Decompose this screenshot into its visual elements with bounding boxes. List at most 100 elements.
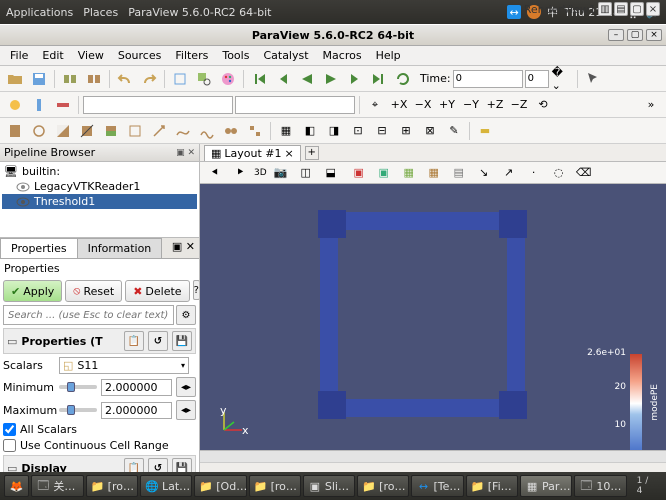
menu-filters[interactable]: Filters (169, 47, 214, 64)
ruler-icon[interactable]: ▬ (474, 120, 496, 142)
calculator-filter-icon[interactable] (4, 120, 26, 142)
plus-z-icon[interactable]: +Z (484, 94, 506, 116)
gnome-applications[interactable]: Applications (6, 6, 73, 19)
orientation-axes-icon[interactable]: x y (218, 406, 248, 436)
render-select-block-icon[interactable]: ▤ (448, 162, 470, 184)
visibility-eye-icon[interactable] (16, 196, 30, 208)
toolbar-overflow-icon[interactable]: » (640, 94, 662, 116)
view-split-v-icon[interactable]: ▤ (614, 2, 628, 16)
loop-icon[interactable] (392, 68, 414, 90)
teamviewer-tray-icon[interactable]: ↔ (507, 5, 521, 19)
section-properties-header[interactable]: ▭ Properties (T 📋 ↺ 💾 (3, 328, 196, 354)
view-split-h-icon[interactable]: ▥ (598, 2, 612, 16)
minimum-stepper[interactable]: ◂▸ (176, 377, 196, 397)
section-save-icon[interactable]: 💾 (172, 458, 192, 472)
pipeline-root[interactable]: 🖥 builtin: (2, 164, 197, 179)
show-center-icon[interactable]: ▦ (275, 120, 297, 142)
minus-z-icon[interactable]: −Z (508, 94, 530, 116)
find-data-icon[interactable] (193, 68, 215, 90)
contour-filter-icon[interactable] (28, 120, 50, 142)
minimum-input[interactable] (101, 379, 172, 396)
play-back-icon[interactable] (296, 68, 318, 90)
reset-button[interactable]: ⦸Reset (65, 280, 122, 302)
redo-icon[interactable] (138, 68, 160, 90)
menu-view[interactable]: View (72, 47, 110, 64)
task-item-5[interactable]: 📁[ro… (249, 475, 301, 497)
view-close-icon[interactable]: × (646, 2, 660, 16)
menu-sources[interactable]: Sources (112, 47, 168, 64)
menu-help[interactable]: Help (370, 47, 407, 64)
properties-search-input[interactable] (3, 305, 174, 325)
all-scalars-checkbox[interactable]: All Scalars (3, 423, 196, 436)
hover-cell-icon[interactable]: ◨ (323, 120, 345, 142)
task-item-6[interactable]: ▣Sli… (303, 475, 355, 497)
hover-point-icon[interactable]: ◧ (299, 120, 321, 142)
menu-edit[interactable]: Edit (36, 47, 69, 64)
section-save-icon[interactable]: 💾 (172, 331, 192, 351)
visibility-eye-icon[interactable] (16, 181, 30, 193)
gnome-active-app[interactable]: ParaView 5.6.0-RC2 64-bit (128, 6, 271, 19)
task-item-2[interactable]: 📁[ro… (86, 475, 138, 497)
warp-filter-icon[interactable] (196, 120, 218, 142)
first-frame-icon[interactable] (248, 68, 270, 90)
step-back-icon[interactable] (272, 68, 294, 90)
time-index-input[interactable] (525, 70, 549, 88)
maximum-slider[interactable] (59, 408, 97, 412)
render-select-frustum-points-icon[interactable]: ▦ (398, 162, 420, 184)
pipeline-tree[interactable]: 🖥 builtin: LegacyVTKReader1 Threshold1 (0, 162, 199, 238)
section-display-header[interactable]: ▭ Display 📋 ↺ 💾 (3, 455, 196, 472)
time-value-input[interactable] (453, 70, 523, 88)
task-firefox[interactable]: 🦊 (4, 475, 29, 497)
step-forward-icon[interactable] (344, 68, 366, 90)
color-palette-icon[interactable] (217, 68, 239, 90)
window-minimize-button[interactable]: – (608, 29, 624, 41)
task-item-1[interactable]: 🗔关… (31, 475, 83, 497)
color-legend[interactable] (630, 354, 642, 450)
render-interactive-select-points-icon[interactable]: ↘ (473, 162, 495, 184)
clip-filter-icon[interactable] (52, 120, 74, 142)
pipeline-browser-undock-icon[interactable]: ▣ ✕ (176, 148, 195, 158)
layout-tab-1[interactable]: ▦ Layout #1 × (204, 145, 301, 161)
plus-y-icon[interactable]: +Y (436, 94, 458, 116)
disconnect-icon[interactable] (83, 68, 105, 90)
section-reset-icon[interactable]: ↺ (148, 458, 168, 472)
split-horizontal-icon[interactable]: ◫ (295, 162, 317, 184)
select-cells-on-icon[interactable]: ⊟ (371, 120, 393, 142)
glyph-filter-icon[interactable] (148, 120, 170, 142)
split-vertical-icon[interactable]: ⬓ (320, 162, 342, 184)
selection-tool-icon[interactable] (582, 68, 604, 90)
interactive-select-icon[interactable]: ✎ (443, 120, 465, 142)
tab-information[interactable]: Information (77, 238, 163, 258)
add-layout-button[interactable]: + (305, 146, 319, 160)
close-tab-icon[interactable]: × (285, 147, 294, 160)
back-icon[interactable]: ⯇ (204, 162, 226, 184)
scalar-bar-icon[interactable] (28, 94, 50, 116)
task-item-4[interactable]: 📁[Od… (194, 475, 246, 497)
gnome-places[interactable]: Places (83, 6, 118, 19)
extract-subset-filter-icon[interactable] (124, 120, 146, 142)
render-clear-selection-icon[interactable]: ⌫ (573, 162, 595, 184)
menu-catalyst[interactable]: Catalyst (257, 47, 314, 64)
minimum-slider[interactable] (59, 385, 97, 389)
horizontal-scrollbar[interactable] (200, 450, 666, 462)
render-viewport[interactable]: 2.6e+01 20 10 0e+00 modePE x y (200, 184, 666, 450)
extract-level-filter-icon[interactable] (244, 120, 266, 142)
connect-icon[interactable] (59, 68, 81, 90)
pipeline-item-legacyvtkreader1[interactable]: LegacyVTKReader1 (2, 179, 197, 194)
rotate-icon[interactable]: ⟲ (532, 94, 554, 116)
continuous-range-checkbox[interactable]: Use Continuous Cell Range (3, 439, 196, 452)
render-interactive-select-cells-icon[interactable]: ↗ (498, 162, 520, 184)
menu-tools[interactable]: Tools (216, 47, 255, 64)
render-hover-points-icon[interactable]: · (523, 162, 545, 184)
render-hover-cells-icon[interactable]: ◌ (548, 162, 570, 184)
help-button[interactable]: ? (193, 280, 199, 300)
last-frame-icon[interactable] (368, 68, 390, 90)
task-item-3[interactable]: 🌐Lat… (140, 475, 192, 497)
representation-selector[interactable] (235, 96, 355, 114)
properties-undock-icon[interactable]: ▣ ✕ (168, 238, 199, 258)
apply-button[interactable]: ✔Apply (3, 280, 62, 302)
edit-colormap-icon[interactable] (52, 94, 74, 116)
group-filter-icon[interactable] (220, 120, 242, 142)
select-points-on-icon[interactable]: ⊡ (347, 120, 369, 142)
menu-macros[interactable]: Macros (317, 47, 368, 64)
